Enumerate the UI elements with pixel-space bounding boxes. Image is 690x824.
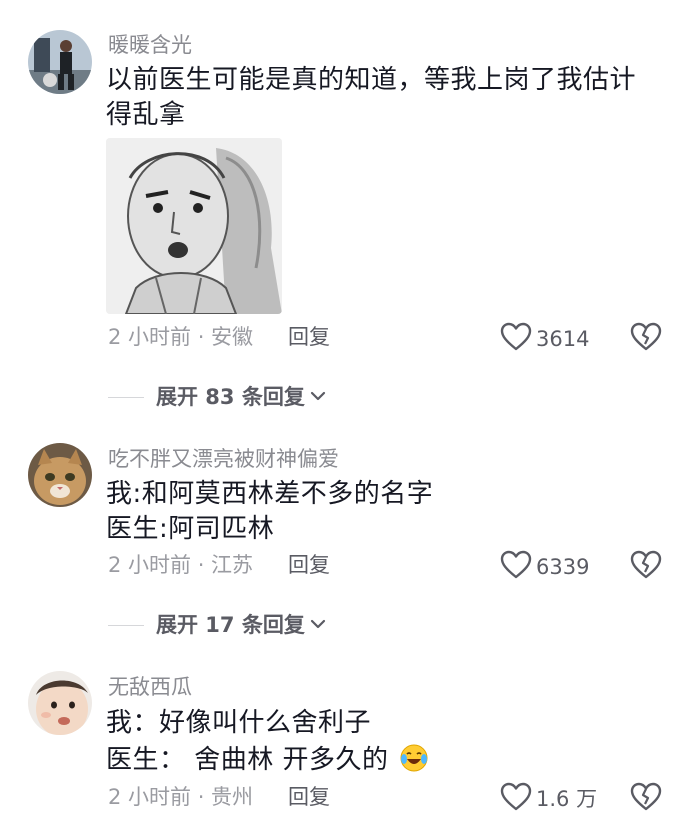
- broken-heart-icon: [630, 550, 662, 584]
- like-count: 1.6 万: [536, 786, 598, 811]
- comment-text-line: 我:和阿莫西林差不多的名字: [106, 479, 434, 509]
- dislike-button[interactable]: [630, 550, 662, 584]
- comment-time-location: 2 小时前 · 安徽: [108, 325, 254, 349]
- like-button[interactable]: 3614: [500, 322, 589, 356]
- expand-replies-label: 展开 83 条回复: [156, 385, 305, 409]
- divider: [108, 397, 144, 398]
- like-count: 3614: [536, 326, 590, 351]
- crying-laughing-emoji: [399, 743, 429, 778]
- avatar[interactable]: [28, 443, 92, 507]
- comment-text-line: 医生:阿司匹林: [106, 514, 275, 544]
- like-button[interactable]: 1.6 万: [500, 782, 597, 816]
- broken-heart-icon: [630, 322, 662, 356]
- comment-text: 医生： 舍曲林 开多久的: [106, 745, 389, 775]
- expand-replies-label: 展开 17 条回复: [156, 613, 305, 637]
- comment-text-line: 以前医生可能是真的知道，等我上岗了我估计: [106, 65, 637, 95]
- heart-outline-icon: [500, 782, 532, 816]
- comment-text-line: 医生： 舍曲林 开多久的: [106, 743, 429, 778]
- reply-button[interactable]: 回复: [288, 327, 330, 348]
- chevron-down-icon: [309, 616, 327, 635]
- divider: [108, 625, 144, 626]
- username[interactable]: 无敌西瓜: [108, 677, 192, 698]
- comment-text-line: 得乱拿: [106, 100, 186, 130]
- comment-time-location: 2 小时前 · 江苏: [108, 553, 254, 577]
- sticker-image[interactable]: [106, 138, 282, 314]
- expand-replies-button[interactable]: 展开 83 条回复: [108, 387, 327, 408]
- comment-time-location: 2 小时前 · 贵州: [108, 785, 254, 809]
- username[interactable]: 吃不胖又漂亮被财神偏爱: [108, 449, 339, 470]
- heart-outline-icon: [500, 550, 532, 584]
- reply-button[interactable]: 回复: [288, 787, 330, 808]
- broken-heart-icon: [630, 782, 662, 816]
- dislike-button[interactable]: [630, 322, 662, 356]
- like-button[interactable]: 6339: [500, 550, 589, 584]
- like-count: 6339: [536, 554, 590, 579]
- comment-text-line: 我：好像叫什么舍利子: [106, 708, 372, 738]
- expand-replies-button[interactable]: 展开 17 条回复: [108, 615, 327, 636]
- reply-button[interactable]: 回复: [288, 555, 330, 576]
- heart-outline-icon: [500, 322, 532, 356]
- chevron-down-icon: [309, 388, 327, 407]
- avatar[interactable]: [28, 30, 92, 94]
- dislike-button[interactable]: [630, 782, 662, 816]
- avatar[interactable]: [28, 671, 92, 735]
- username[interactable]: 暖暖含光: [108, 35, 192, 56]
